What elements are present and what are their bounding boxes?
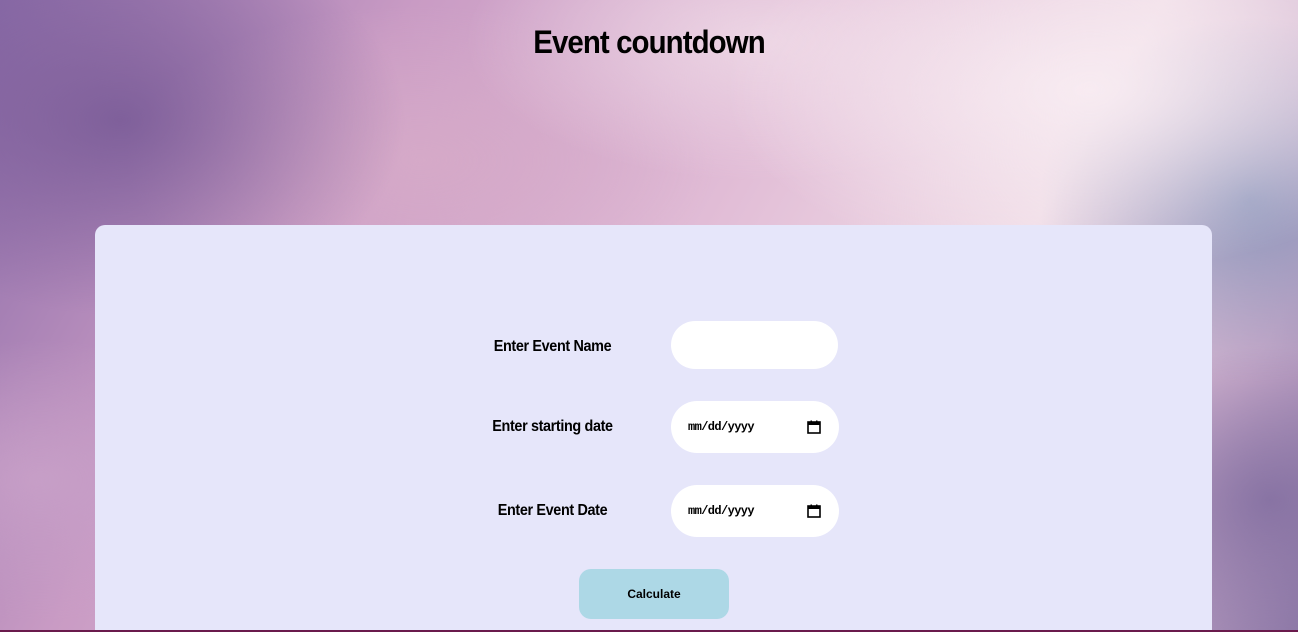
event-name-input[interactable] bbox=[671, 321, 838, 369]
event-name-label: Enter Event Name bbox=[493, 338, 612, 355]
event-date-input[interactable]: mm/dd/yyyy bbox=[671, 485, 839, 537]
start-date-placeholder: mm/dd/yyyy bbox=[688, 420, 755, 434]
page-background: { "page": { "title": "Event countdown" }… bbox=[0, 0, 1298, 632]
start-date-row: Enter starting date mm/dd/yyyy bbox=[95, 401, 1212, 453]
event-date-label: Enter Event Date bbox=[497, 502, 608, 519]
event-name-row: Enter Event Name bbox=[95, 321, 1212, 373]
calculate-button[interactable]: Calculate bbox=[579, 569, 729, 619]
page-title: Event countdown bbox=[533, 24, 765, 60]
form-card: Enter Event Name Enter starting date mm/… bbox=[95, 225, 1212, 632]
event-date-row: Enter Event Date mm/dd/yyyy bbox=[95, 485, 1212, 537]
calendar-icon[interactable] bbox=[807, 420, 821, 434]
event-date-placeholder: mm/dd/yyyy bbox=[688, 504, 755, 518]
start-date-label: Enter starting date bbox=[492, 418, 613, 435]
calendar-icon[interactable] bbox=[807, 504, 821, 518]
start-date-input[interactable]: mm/dd/yyyy bbox=[671, 401, 839, 453]
